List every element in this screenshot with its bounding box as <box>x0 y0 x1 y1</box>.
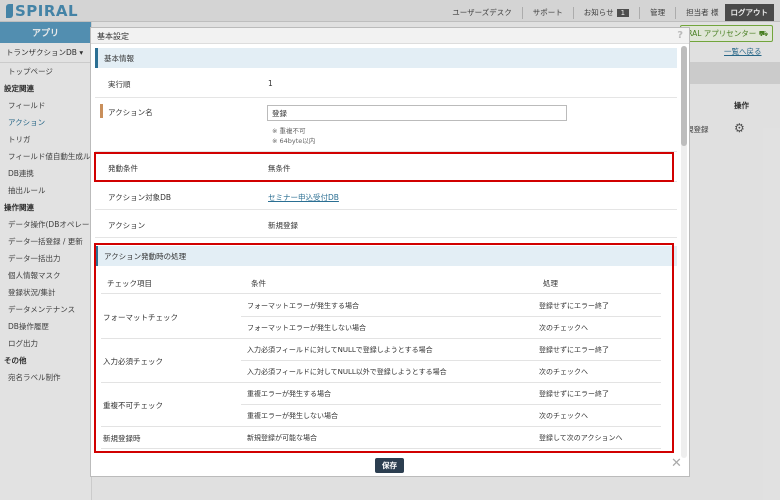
target-db-link[interactable]: セミナー申込受付DB <box>268 192 339 203</box>
modal-scrollbar[interactable] <box>681 46 687 458</box>
modal-title-text: 基本設定 <box>97 32 129 41</box>
action-name-label: アクション名 <box>108 108 153 117</box>
modal-title: 基本設定 ? <box>91 28 689 44</box>
required-marker <box>100 104 103 118</box>
row-target-db: アクション対象DB セミナー申込受付DB <box>95 182 677 210</box>
action-value: 新規登録 <box>268 221 298 230</box>
note-no-duplicate: ※ 重複不可 <box>272 127 306 135</box>
exec-order-label: 実行順 <box>108 80 131 89</box>
section-basic-info: 基本情報 <box>95 48 677 68</box>
exec-order-value: 1 <box>268 79 273 88</box>
note-byte-limit: ※ 64byte以内 <box>272 137 316 145</box>
row-action: アクション 新規登録 <box>95 210 677 238</box>
row-exec-order: 実行順 1 <box>95 70 677 98</box>
close-icon[interactable]: ✕ <box>671 456 682 471</box>
row-action-name: アクション名 ※ 重複不可 ※ 64byte以内 <box>95 98 677 152</box>
action-label: アクション <box>108 221 146 230</box>
scrollbar-thumb[interactable] <box>681 46 687 146</box>
highlight-trigger-condition <box>94 152 674 182</box>
settings-modal: 基本設定 ? 基本情報 実行順 1 アクション名 ※ 重複不可 ※ 64byte… <box>90 27 690 477</box>
target-db-label: アクション対象DB <box>108 193 172 202</box>
save-button[interactable]: 保存 <box>375 458 404 473</box>
highlight-process-section <box>94 243 674 453</box>
help-icon[interactable]: ? <box>677 30 683 41</box>
action-name-input[interactable] <box>267 105 567 121</box>
